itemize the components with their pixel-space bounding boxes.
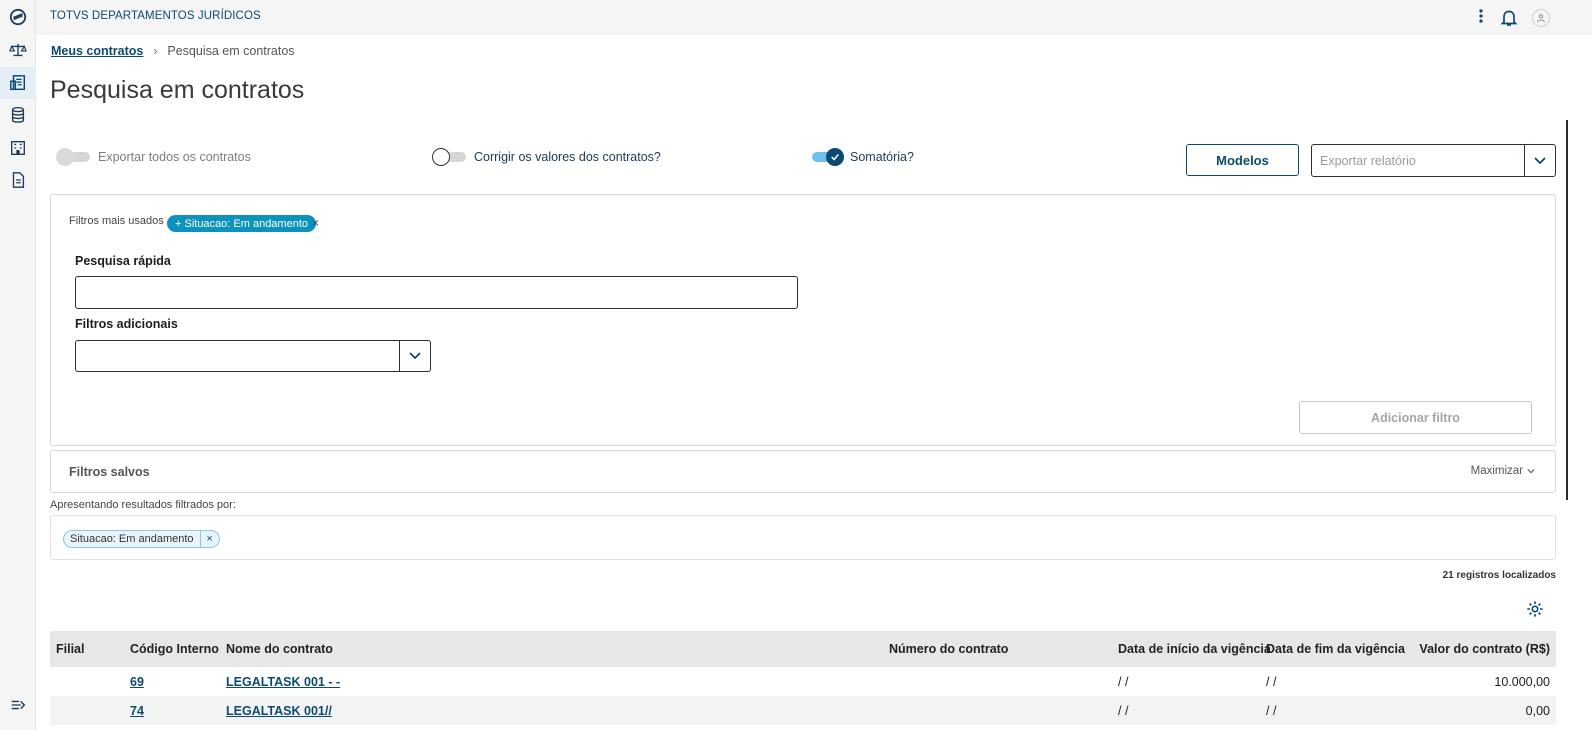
filter-panel: Filtros mais usados + Situacao: Em andam… [50,194,1556,446]
column-header[interactable]: Valor do contrato (R$) [1419,642,1550,656]
records-count: 21 registros localizados [1442,570,1556,581]
breadcrumb: Meus contratos › Pesquisa em contratos [51,44,295,58]
cell-codigo-link[interactable]: 74 [130,704,144,718]
add-filter-button[interactable]: Adicionar filtro [1299,401,1532,434]
additional-filters-select[interactable] [75,340,431,372]
column-header[interactable]: Nome do contrato [226,642,333,656]
check-icon [831,154,839,161]
switch-correct-values: Corrigir os valores dos contratos? [432,148,661,166]
building-icon[interactable] [6,136,30,160]
user-icon [1537,14,1545,23]
applied-filters-panel: Situacao: Em andamento × [50,515,1556,560]
close-icon[interactable]: × [201,533,219,545]
correct-values-label: Corrigir os valores dos contratos? [474,150,661,164]
table-header: Filial Código Interno Nome do contrato N… [50,631,1556,667]
chevron-right-icon: › [153,44,158,58]
cell-nome-link[interactable]: LEGALTASK 001// [226,704,332,718]
export-report-placeholder: Exportar relatório [1320,154,1416,168]
saved-filters-panel[interactable]: Filtros salvos Maximizar [50,450,1556,493]
avatar[interactable] [1532,9,1550,27]
cell-codigo-link[interactable]: 69 [130,675,144,689]
saved-filters-title: Filtros salvos [69,465,150,479]
more-options-icon[interactable] [1474,7,1488,27]
quick-search-input[interactable] [75,276,798,309]
totvs-logo-icon[interactable] [6,5,30,29]
applied-filter-chip: Situacao: Em andamento × [63,530,220,548]
column-header[interactable]: Código Interno [130,642,219,656]
chevron-down-icon[interactable] [1524,145,1555,176]
additional-filters-label: Filtros adicionais [75,317,178,331]
cell-valor: 0,00 [1525,704,1550,718]
database-icon[interactable] [6,103,30,127]
chevron-down-icon [1527,469,1535,474]
quick-search-label: Pesquisa rápida [75,254,171,268]
most-used-filter-chip[interactable]: + Situacao: Em andamento [167,215,316,232]
breadcrumb-current: Pesquisa em contratos [167,44,295,58]
maximize-label: Maximizar [1470,465,1523,477]
cell-fim: / / [1266,704,1277,718]
bell-icon[interactable] [1500,8,1518,28]
cell-nome-link[interactable]: LEGALTASK 001 - - [226,675,340,689]
page-title: Pesquisa em contratos [50,76,305,104]
switch-export-all: Exportar todos os contratos [56,148,251,166]
results-filter-label: Apresentando resultados filtrados por: [50,499,236,511]
table-row[interactable]: 69 LEGALTASK 001 - - / / / / 10.000,00 [50,667,1556,696]
top-bar: TOTVS DEPARTAMENTOS JURÍDICOS [36,0,1592,35]
side-rail [0,0,36,730]
scale-icon[interactable] [6,38,30,62]
table-row[interactable]: 74 LEGALTASK 001// / / / / 0,00 [50,696,1556,725]
scrollbar[interactable] [1566,120,1568,500]
cell-fim: / / [1266,675,1277,689]
cell-inicio: / / [1118,704,1129,718]
models-button[interactable]: Modelos [1186,144,1299,176]
document-icon[interactable] [6,168,30,192]
chevron-down-icon[interactable] [399,341,430,371]
gear-icon[interactable] [1526,600,1544,618]
cell-valor: 10.000,00 [1494,675,1550,689]
column-header[interactable]: Data de início da vigência [1118,642,1271,656]
maximize-button[interactable]: Maximizar [1471,465,1535,477]
export-report-select[interactable]: Exportar relatório [1311,144,1556,177]
breadcrumb-link-meus-contratos[interactable]: Meus contratos [51,44,143,58]
expand-menu-icon[interactable] [6,693,30,717]
most-used-filters-label: Filtros mais usados [69,215,164,227]
column-header[interactable]: Data de fim da vigência [1266,642,1405,656]
contracts-table: Filial Código Interno Nome do contrato N… [50,631,1556,725]
contracts-icon[interactable] [6,71,30,95]
applied-filter-text: Situacao: Em andamento [64,531,201,547]
column-header[interactable]: Número do contrato [889,642,1008,656]
column-header[interactable]: Filial [56,642,84,656]
close-icon[interactable]: × [312,216,319,230]
correct-values-toggle[interactable] [432,148,468,166]
sum-toggle[interactable] [808,148,844,166]
export-all-label: Exportar todos os contratos [98,150,251,164]
cell-inicio: / / [1118,675,1129,689]
app-title: TOTVS DEPARTAMENTOS JURÍDICOS [50,10,261,22]
export-all-toggle[interactable] [56,148,92,166]
switch-sum: Somatória? [808,148,914,166]
sum-label: Somatória? [850,150,914,164]
